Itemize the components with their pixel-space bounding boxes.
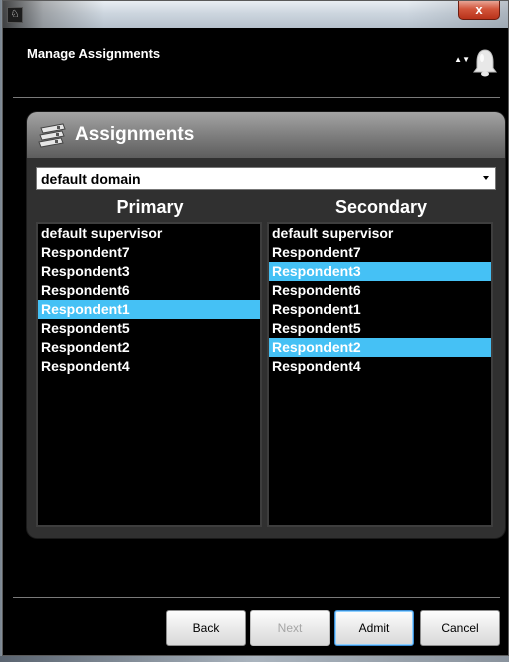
panel-title: Assignments [75, 124, 195, 145]
back-button[interactable]: Back [166, 610, 246, 646]
assignments-panel: Assignments default domain Primary Secon… [27, 112, 505, 538]
list-item[interactable]: Respondent7 [38, 243, 260, 262]
desktop-strip [0, 656, 509, 662]
domain-dropdown-value: default domain [41, 171, 141, 187]
title-bar[interactable]: ♘ x [3, 1, 508, 28]
bell-icon[interactable] [472, 48, 498, 78]
list-item[interactable]: Respondent3 [269, 262, 491, 281]
list-item[interactable]: Respondent6 [269, 281, 491, 300]
list-item[interactable]: Respondent5 [269, 319, 491, 338]
next-button[interactable]: Next [250, 610, 330, 646]
primary-list[interactable]: default supervisor Respondent7 Respondent3… [36, 222, 262, 527]
assignments-icon [38, 123, 66, 148]
header-divider [13, 97, 500, 98]
app-icon: ♘ [7, 7, 23, 23]
list-item[interactable]: Respondent7 [269, 243, 491, 262]
page-title: Manage Assignments [27, 46, 161, 61]
list-item[interactable]: Respondent2 [269, 338, 491, 357]
footer-divider [13, 597, 500, 598]
list-item[interactable]: Respondent5 [38, 319, 260, 338]
list-item[interactable]: Respondent4 [269, 357, 491, 376]
primary-column-header: Primary [116, 197, 184, 217]
app-window: ♘ x Manage Assignments ▲▼ Assignments de… [2, 0, 509, 656]
list-item[interactable]: Respondent1 [38, 300, 260, 319]
list-item[interactable]: Respondent2 [38, 338, 260, 357]
close-button[interactable]: x [458, 1, 500, 20]
cancel-button[interactable]: Cancel [420, 610, 500, 646]
chevron-down-icon[interactable] [483, 176, 489, 180]
sort-arrows-icon[interactable]: ▲▼ [454, 56, 470, 64]
list-item[interactable]: default supervisor [38, 224, 260, 243]
secondary-column-header: Secondary [334, 197, 428, 217]
list-item[interactable]: Respondent1 [269, 300, 491, 319]
list-item[interactable]: Respondent4 [38, 357, 260, 376]
title-bar-glass [3, 1, 508, 28]
list-item[interactable]: Respondent3 [38, 262, 260, 281]
page-header: Manage Assignments ▲▼ [3, 28, 508, 88]
secondary-list[interactable]: default supervisor Respondent7 Respondent3… [267, 222, 493, 527]
domain-dropdown[interactable]: default domain [36, 167, 496, 190]
admit-button[interactable]: Admit [334, 610, 414, 646]
list-item[interactable]: default supervisor [269, 224, 491, 243]
panel-header: Assignments [27, 112, 505, 158]
list-item[interactable]: Respondent6 [38, 281, 260, 300]
